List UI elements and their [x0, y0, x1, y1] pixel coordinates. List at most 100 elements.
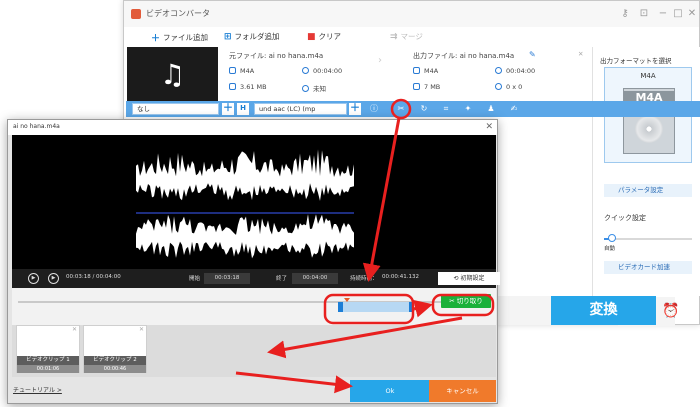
dialog-title: ai no hana.m4a: [13, 123, 60, 130]
merge-label: マージ: [400, 32, 423, 41]
add-folder-button[interactable]: ⊞ フォルダ追加: [224, 31, 280, 42]
scissors-icon: ✂: [449, 297, 457, 305]
remove-clip-icon[interactable]: ✕: [139, 326, 144, 333]
waveform-lower-channel: [136, 214, 354, 259]
disc-icon: [635, 115, 663, 143]
output-format: M4A: [413, 67, 438, 75]
add-file-button[interactable]: ＋ ファイル追加: [151, 31, 208, 44]
dialog-close-icon[interactable]: ✕: [485, 122, 493, 132]
subtitle-edit-icon[interactable]: ✍: [509, 104, 519, 114]
current-time: 00:03:18 / 00:04:00: [66, 274, 121, 280]
remove-clip-icon[interactable]: ✕: [72, 326, 77, 333]
start-handle[interactable]: [338, 302, 343, 312]
end-label: 終了: [276, 276, 288, 282]
quality-slider[interactable]: [604, 238, 692, 240]
start-time-input[interactable]: 00:03:18: [204, 273, 250, 284]
trim-dialog: ai no hana.m4a ✕ ▶ ▶ 00:03:18 / 00:04:00…: [7, 119, 500, 404]
merge-button[interactable]: ⇉ マージ: [390, 31, 423, 42]
cancel-button[interactable]: キャンセル: [429, 380, 496, 402]
output-duration: 00:04:00: [495, 67, 535, 75]
source-size: 3.61 MB: [229, 83, 267, 91]
remove-file-icon[interactable]: ✕: [578, 50, 583, 58]
audio-track-select[interactable]: und aac (LC) (mp: [254, 103, 347, 115]
h-button[interactable]: H: [237, 103, 249, 115]
crop-icon[interactable]: ⌗: [441, 104, 451, 114]
arrow-divider-icon: ›: [378, 55, 382, 66]
key-icon[interactable]: ⚷: [618, 7, 632, 21]
end-handle[interactable]: [409, 302, 414, 312]
close-button[interactable]: ✕: [685, 7, 699, 21]
source-format: M4A: [229, 67, 254, 75]
timeline-track: [18, 301, 488, 303]
convert-button[interactable]: 変換: [551, 296, 656, 325]
format-icon: [413, 67, 420, 74]
add-file-label: ファイル追加: [163, 33, 209, 42]
music-note-icon: ♫: [127, 47, 218, 101]
next-frame-icon[interactable]: ▶: [48, 273, 59, 284]
tutorial-link[interactable]: チュートリアル >: [13, 385, 62, 394]
duration-label: 持続時間：: [350, 276, 378, 282]
gpu-acceleration-toggle[interactable]: ビデオカード加速: [604, 261, 692, 274]
format-panel: 出力フォーマットを選択 M4A M4A パラメータ設定 クイック設定 自動 ビデ…: [592, 47, 700, 296]
file-size-icon: [229, 83, 236, 90]
clip-duration: 00:00:46: [84, 365, 146, 373]
clip-duration: 00:01:06: [17, 365, 79, 373]
clear-label: クリア: [318, 32, 342, 41]
add-subtitle-button[interactable]: ＋: [222, 103, 234, 115]
cut-scissors-icon[interactable]: ✂: [396, 104, 406, 114]
waveform-upper-channel: [136, 149, 354, 201]
slider-knob[interactable]: [608, 234, 616, 242]
ok-button[interactable]: Ok: [350, 380, 430, 402]
watermark-icon[interactable]: ♟: [486, 104, 496, 114]
app-logo-icon: [131, 9, 141, 19]
output-file-label: 出力ファイル: ai no hana.m4a: [413, 52, 515, 60]
rotate-icon[interactable]: ↻: [419, 104, 429, 114]
info-icon[interactable]: ⓘ: [369, 104, 379, 114]
clear-button[interactable]: ■ クリア: [307, 31, 341, 42]
plus-icon: ＋: [151, 34, 161, 44]
source-file-label: 元ファイル: ai no hana.m4a: [229, 52, 324, 60]
playhead-marker[interactable]: [344, 298, 350, 302]
quick-settings-label: クイック設定: [604, 214, 646, 222]
clip-name: ビデオクリップ 2: [84, 356, 146, 365]
folder-plus-icon: ⊞: [224, 31, 232, 42]
clock-icon: [495, 67, 502, 74]
dialog-title-bar: ai no hana.m4a ✕: [8, 120, 497, 135]
trim-timeline[interactable]: ✂ 切り取り: [12, 288, 496, 325]
clip-item[interactable]: ✕ ビデオクリップ 1 00:01:06: [16, 325, 80, 373]
source-resolution: 未知: [302, 83, 326, 93]
select-format-label: 出力フォーマットを選択: [600, 57, 672, 65]
alarm-clock-icon[interactable]: ⏰: [660, 300, 682, 322]
edit-tool-strip: なし ＋ H und aac (LC) (mp ＋ ⓘ ✂ ↻ ⌗ ✦ ♟ ✍: [126, 101, 700, 117]
maximize-button[interactable]: □: [671, 7, 685, 21]
m4a-file-icon: M4A: [623, 88, 675, 154]
play-icon[interactable]: ▶: [28, 273, 39, 284]
cart-icon[interactable]: ⊡: [637, 7, 651, 21]
auto-label: 自動: [604, 246, 616, 252]
add-audio-button[interactable]: ＋: [349, 103, 361, 115]
audio-waveform: [136, 149, 354, 259]
cut-button[interactable]: ✂ 切り取り: [441, 294, 491, 308]
clip-item[interactable]: ✕ ビデオクリップ 2 00:00:46: [83, 325, 147, 373]
title-bar: ビデオコンバータ ⚷ ⊡ − □ ✕: [124, 1, 699, 27]
effects-icon[interactable]: ✦: [463, 104, 473, 114]
end-time-input[interactable]: 00:04:00: [292, 273, 338, 284]
waveform-preview: [12, 135, 496, 269]
clock-icon: [302, 67, 309, 74]
format-name: M4A: [640, 72, 656, 80]
output-size: 7 MB: [413, 83, 440, 91]
status-strip: [498, 296, 551, 325]
file-row[interactable]: ♫ 元ファイル: ai no hana.m4a M4A 00:04:00 3.6…: [127, 47, 592, 101]
source-duration: 00:04:00: [302, 67, 342, 75]
subtitle-select[interactable]: なし: [132, 103, 219, 115]
parameter-settings-button[interactable]: パラメータ設定: [604, 184, 692, 197]
start-label: 開始: [189, 276, 201, 282]
edit-pencil-icon[interactable]: ✎: [529, 50, 536, 59]
minimize-button[interactable]: −: [656, 7, 670, 21]
player-bar: ▶ ▶ 00:03:18 / 00:04:00 開始 00:03:18 終了 0…: [12, 269, 500, 288]
selected-range[interactable]: [338, 302, 413, 312]
format-icon: [229, 67, 236, 74]
reset-button[interactable]: ⟲ 初期設定: [438, 272, 500, 285]
resolution-icon: [495, 83, 502, 90]
add-folder-label: フォルダ追加: [234, 32, 280, 41]
